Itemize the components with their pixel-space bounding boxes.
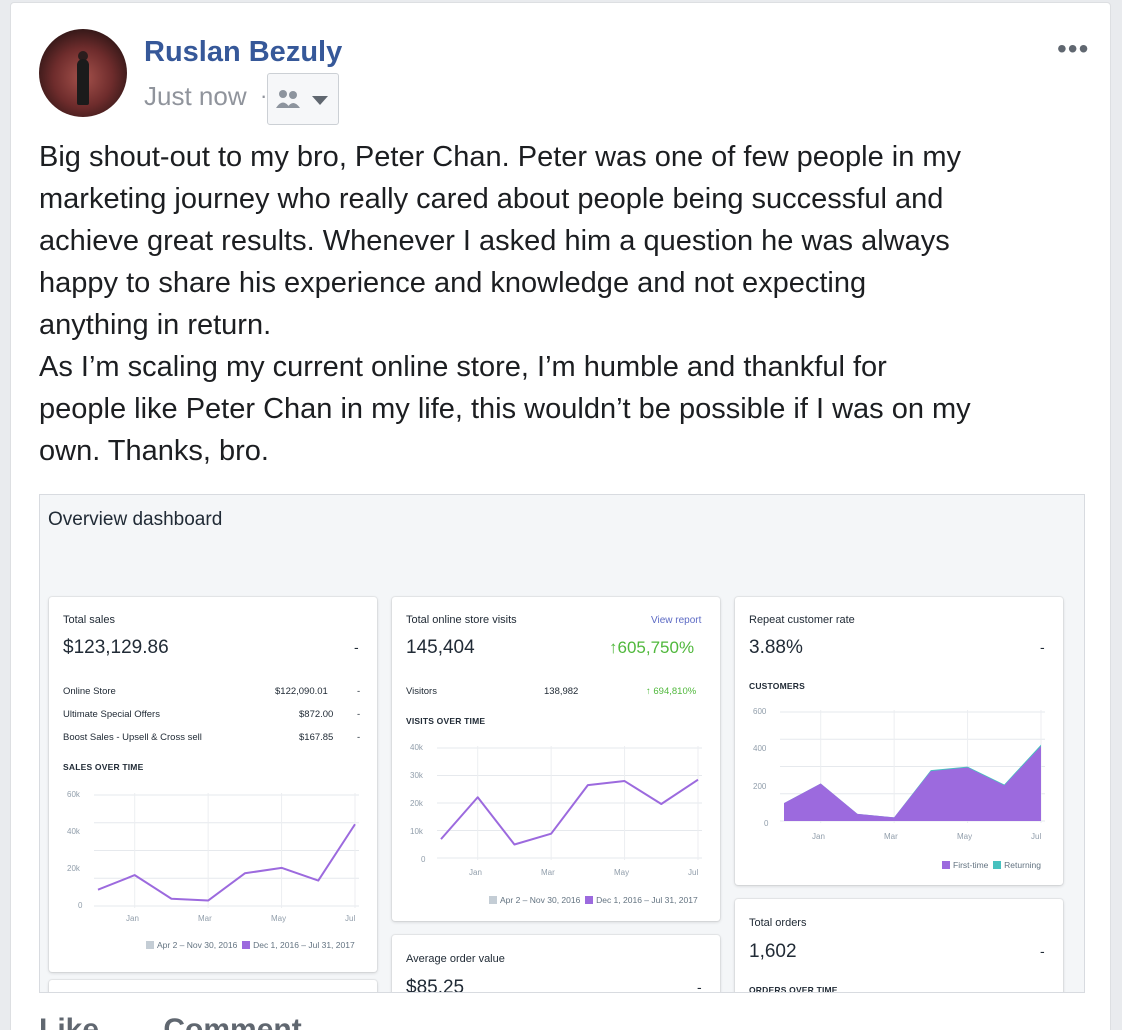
visits-value: 145,404 xyxy=(406,637,475,658)
visits-title: Total online store visits xyxy=(406,614,517,626)
y-tick: 20k xyxy=(410,799,423,808)
x-tick: May xyxy=(957,832,973,841)
visitors-value: 138,982 xyxy=(544,686,579,697)
sales-legend: Apr 2 – Nov 30, 2016 Dec 1, 2016 – Jul 3… xyxy=(146,940,355,950)
aov-card: Average order value $85.25 - xyxy=(392,935,720,993)
x-tick: May xyxy=(271,914,287,923)
x-tick: Jan xyxy=(812,832,825,841)
visits-legend: Apr 2 – Nov 30, 2016 Dec 1, 2016 – Jul 3… xyxy=(489,895,698,905)
legend-previous: Apr 2 – Nov 30, 2016 xyxy=(500,895,581,905)
avatar-figure xyxy=(77,59,89,105)
total-sales-change: - xyxy=(354,639,359,655)
row-value: $872.00 xyxy=(299,709,334,720)
sales-chart-caption: SALES OVER TIME xyxy=(63,762,144,772)
legend-swatch-previous xyxy=(146,941,154,949)
total-sales-card: Total sales $123,129.86 - Online Store $… xyxy=(49,597,377,972)
aov-change: - xyxy=(697,979,702,993)
visitors-change: ↑ 694,810% xyxy=(646,686,697,697)
author-name[interactable]: Ruslan Bezuly xyxy=(144,36,342,69)
dashboard-screenshot[interactable]: Overview dashboard Total sales $123,129.… xyxy=(39,494,1085,993)
y-tick: 10k xyxy=(410,827,423,836)
next-card-partial xyxy=(49,980,377,992)
y-tick: 40k xyxy=(67,827,80,836)
row-label: Ultimate Special Offers xyxy=(63,709,160,720)
author-avatar[interactable] xyxy=(39,29,127,117)
y-tick: 0 xyxy=(421,855,426,864)
comment-button[interactable]: Comment xyxy=(163,1013,301,1030)
y-tick: 20k xyxy=(67,864,80,873)
x-tick: May xyxy=(614,868,630,877)
legend-current: Dec 1, 2016 – Jul 31, 2017 xyxy=(596,895,698,905)
orders-value: 1,602 xyxy=(749,941,797,962)
legend-swatch-current xyxy=(585,896,594,904)
orders-chart-caption: ORDERS OVER TIME xyxy=(749,985,838,993)
aov-title: Average order value xyxy=(406,953,505,965)
repeat-value: 3.88% xyxy=(749,637,803,658)
repeat-customer-card: Repeat customer rate 3.88% - CUSTOMERS 6… xyxy=(735,597,1063,885)
x-tick: Jul xyxy=(1031,832,1042,841)
row-label: Boost Sales - Upsell & Cross sell xyxy=(63,732,202,743)
y-tick: 400 xyxy=(753,744,767,753)
series-line-current xyxy=(440,778,699,846)
orders-change: - xyxy=(1040,943,1045,959)
sales-over-time-chart xyxy=(94,793,359,908)
row-label: Online Store xyxy=(63,686,116,697)
x-tick: Jul xyxy=(345,914,356,923)
series-area-first-time xyxy=(784,746,1041,821)
dashboard-title: Overview dashboard xyxy=(48,509,223,530)
x-tick: Jan xyxy=(126,914,139,923)
x-tick: Mar xyxy=(541,868,555,877)
row-change: - xyxy=(357,732,361,743)
legend-swatch-returning xyxy=(993,861,1002,869)
legend-swatch-current xyxy=(242,941,251,949)
visits-card: Total online store visits View report 14… xyxy=(392,597,720,921)
legend-previous: Apr 2 – Nov 30, 2016 xyxy=(157,940,238,950)
visitors-label: Visitors xyxy=(406,686,437,697)
y-tick: 40k xyxy=(410,743,423,752)
aov-value: $85.25 xyxy=(406,977,465,993)
repeat-change: - xyxy=(1040,639,1045,655)
orders-title: Total orders xyxy=(749,917,807,929)
chevron-down-icon xyxy=(312,96,328,105)
post-message: Big shout-out to my bro, Peter Chan. Pet… xyxy=(39,141,971,467)
post-actions: Like Comment xyxy=(39,1013,358,1030)
y-tick: 0 xyxy=(764,819,769,828)
customers-legend: First-time Returning xyxy=(942,860,1041,870)
repeat-title: Repeat customer rate xyxy=(749,614,855,626)
legend-swatch-previous xyxy=(489,896,497,904)
row-change: - xyxy=(357,709,361,720)
more-options-icon[interactable]: ••• xyxy=(1057,33,1089,65)
y-tick: 600 xyxy=(753,707,767,716)
total-sales-value: $123,129.86 xyxy=(63,637,169,658)
customers-chart-caption: CUSTOMERS xyxy=(749,681,805,691)
total-sales-title: Total sales xyxy=(63,614,115,626)
legend-current: Dec 1, 2016 – Jul 31, 2017 xyxy=(253,940,355,950)
y-tick: 0 xyxy=(78,901,83,910)
legend-swatch-first-time xyxy=(942,861,950,869)
x-tick: Jan xyxy=(469,868,482,877)
customers-chart xyxy=(780,710,1045,823)
visits-chart-caption: VISITS OVER TIME xyxy=(406,716,486,726)
x-tick: Mar xyxy=(884,832,898,841)
y-tick: 30k xyxy=(410,771,423,780)
x-tick: Jul xyxy=(688,868,699,877)
y-tick: 60k xyxy=(67,790,80,799)
legend-returning: Returning xyxy=(1004,860,1042,870)
post-card: Ruslan Bezuly Just now · ••• Big shout-o… xyxy=(10,2,1111,1030)
row-value: $167.85 xyxy=(299,732,334,743)
audience-selector[interactable] xyxy=(267,73,339,125)
view-report-link[interactable]: View report xyxy=(651,615,701,626)
post-timestamp[interactable]: Just now xyxy=(144,81,247,112)
y-tick: 200 xyxy=(753,782,767,791)
visits-over-time-chart xyxy=(437,746,702,860)
total-orders-card: Total orders 1,602 - ORDERS OVER TIME xyxy=(735,899,1063,993)
series-line-current xyxy=(97,823,356,902)
like-button[interactable]: Like xyxy=(39,1013,99,1030)
visits-change: ↑605,750% xyxy=(609,638,695,657)
friends-icon xyxy=(276,90,328,108)
x-tick: Mar xyxy=(198,914,212,923)
row-change: - xyxy=(357,686,361,697)
row-value: $122,090.01 xyxy=(275,686,328,697)
legend-first-time: First-time xyxy=(953,860,989,870)
